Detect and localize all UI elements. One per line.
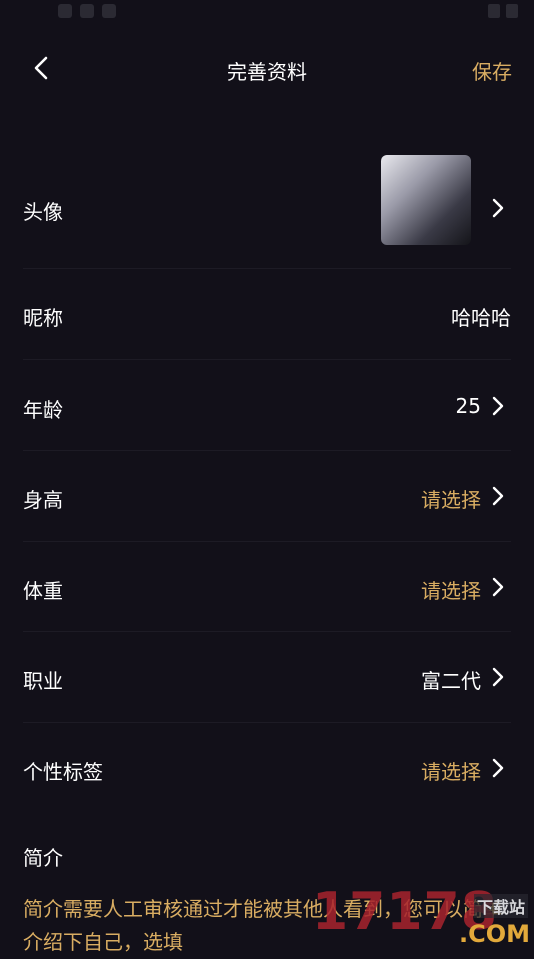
divider — [23, 541, 511, 542]
notification-icon — [58, 4, 72, 18]
chevron-right-icon — [492, 667, 504, 687]
divider — [23, 359, 511, 360]
weight-value: 请选择 — [421, 579, 481, 603]
chevron-right-icon — [492, 486, 504, 506]
nickname-value[interactable]: 哈哈哈 — [451, 302, 511, 331]
weight-row[interactable]: 体重 请选择 — [23, 575, 511, 605]
status-right — [488, 4, 518, 18]
chevron-right-icon — [492, 198, 504, 218]
divider — [23, 268, 511, 269]
settings-icon — [80, 4, 94, 18]
top-bar: 完善资料 保存 — [0, 40, 534, 96]
divider — [23, 722, 511, 723]
age-value: 25 — [455, 394, 481, 418]
divider — [23, 631, 511, 632]
divider — [23, 450, 511, 451]
age-label: 年龄 — [23, 398, 63, 422]
job-value: 富二代 — [421, 669, 481, 693]
nickname-label: 昵称 — [23, 306, 63, 330]
page-title: 完善资料 — [227, 60, 307, 84]
job-row[interactable]: 职业 富二代 — [23, 665, 511, 695]
tags-label: 个性标签 — [23, 760, 103, 784]
weight-label: 体重 — [23, 579, 63, 603]
tags-value: 请选择 — [421, 760, 481, 784]
battery-icon — [506, 4, 518, 18]
status-bar — [0, 0, 534, 28]
watermark-domain: .COM — [458, 920, 530, 948]
watermark-download-label: 下载站 — [473, 894, 528, 918]
tags-row[interactable]: 个性标签 请选择 — [23, 756, 511, 786]
height-label: 身高 — [23, 488, 63, 512]
avatar-image[interactable] — [381, 155, 471, 245]
age-row[interactable]: 年龄 25 — [23, 394, 511, 424]
chevron-right-icon — [492, 577, 504, 597]
chevron-right-icon — [492, 758, 504, 778]
avatar-row[interactable]: 头像 — [23, 155, 511, 245]
job-label: 职业 — [23, 669, 63, 693]
intro-label: 简介 — [23, 846, 63, 870]
height-value: 请选择 — [421, 488, 481, 512]
site-watermark: 17178 下载站 .COM — [312, 882, 534, 950]
app-icon — [102, 4, 116, 18]
nickname-row[interactable]: 昵称 哈哈哈 — [23, 302, 511, 332]
save-button[interactable]: 保存 — [472, 56, 512, 85]
wifi-icon — [488, 4, 500, 18]
status-icons — [58, 4, 116, 18]
height-row[interactable]: 身高 请选择 — [23, 484, 511, 514]
chevron-right-icon — [492, 396, 504, 416]
avatar-label: 头像 — [23, 200, 63, 224]
